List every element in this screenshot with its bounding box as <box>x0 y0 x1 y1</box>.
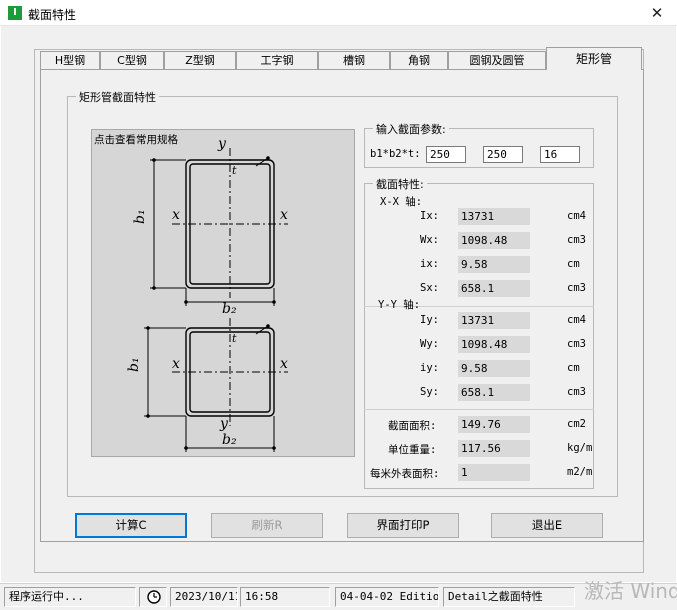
wy-label: Wy: <box>420 338 439 350</box>
label-b2-top: b₂ <box>222 301 237 317</box>
label-x-right: x <box>280 207 288 223</box>
area-unit: cm2 <box>567 418 586 430</box>
t-input[interactable]: 16 <box>540 146 580 163</box>
iy-radius-unit: cm <box>567 362 580 374</box>
section-diagram[interactable]: 点击查看常用规格 y x x t b₁ b₂ x x t y b₁ b₂ <box>91 129 355 457</box>
status-date: 2023/10/11 <box>170 587 238 607</box>
wx-label: Wx: <box>420 234 439 246</box>
props-groupbox-title: 截面特性: <box>373 176 427 192</box>
input-groupbox-title: 输入截面参数: <box>373 121 449 137</box>
ix-radius-value: 9.58 <box>458 256 530 273</box>
status-panel: Detail之截面特性 <box>443 587 575 607</box>
weight-unit: kg/m <box>567 442 593 454</box>
sy-unit: cm3 <box>567 386 586 398</box>
label-x-left-lower: x <box>172 356 180 372</box>
sx-label: Sx: <box>420 282 439 294</box>
tab-z-steel[interactable]: Z型钢 <box>164 51 236 69</box>
area-value: 149.76 <box>458 416 530 433</box>
print-button[interactable]: 界面打印P <box>347 513 459 538</box>
b1-input[interactable]: 250 <box>426 146 466 163</box>
iy-radius-value: 9.58 <box>458 360 530 377</box>
tab-rect-tube[interactable]: 矩形管 <box>546 47 642 70</box>
activation-watermark: 激活 Wind <box>584 579 677 603</box>
status-time: 16:58 <box>240 587 330 607</box>
other-separator <box>364 409 594 410</box>
status-state: 程序运行中... <box>4 587 136 607</box>
label-b2-lower: b₂ <box>222 432 237 448</box>
xx-axis-label: X-X 轴: <box>380 196 423 208</box>
surface-unit: m2/m <box>567 466 593 478</box>
tab-angle[interactable]: 角钢 <box>390 51 448 69</box>
status-bar: 程序运行中... 2023/10/11 16:58 04-04-02 Editi… <box>0 583 677 610</box>
weight-label: 单位重量: <box>388 444 437 456</box>
ix-radius-unit: cm <box>567 258 580 270</box>
exit-button[interactable]: 退出E <box>491 513 603 538</box>
status-edition: 04-04-02 Edition <box>335 587 439 607</box>
wx-unit: cm3 <box>567 234 586 246</box>
label-y-lower: y <box>219 416 229 432</box>
b2-input[interactable]: 250 <box>483 146 523 163</box>
refresh-button[interactable]: 刷新R <box>211 513 323 538</box>
wy-unit: cm3 <box>567 338 586 350</box>
label-t-lower: t <box>232 332 237 345</box>
iy-unit: cm4 <box>567 314 586 326</box>
weight-value: 117.56 <box>458 440 530 457</box>
ix-unit: cm4 <box>567 210 586 222</box>
tab-i-beam[interactable]: 工字钢 <box>236 51 318 69</box>
tab-c-steel[interactable]: C型钢 <box>100 51 164 69</box>
window-title: 截面特性 <box>28 8 77 22</box>
label-x-right-lower: x <box>280 356 288 372</box>
label-t-top: t <box>232 164 237 177</box>
yy-axis-label: Y-Y 轴: <box>378 299 421 311</box>
tab-strip: H型钢 C型钢 Z型钢 工字钢 槽钢 角钢 圆钢及圆管 矩形管 <box>40 47 644 70</box>
surface-value: 1 <box>458 464 530 481</box>
tab-h-steel[interactable]: H型钢 <box>40 51 100 69</box>
sx-value: 658.1 <box>458 280 530 297</box>
label-b1-top: b₁ <box>132 209 148 224</box>
wy-value: 1098.48 <box>458 336 530 353</box>
tab-round-tube[interactable]: 圆钢及圆管 <box>448 51 546 69</box>
input-label: b1*b2*t: <box>370 148 421 160</box>
section-groupbox-title: 矩形管截面特性 <box>76 89 159 105</box>
title-bar: I 截面特性 ✕ <box>0 0 677 26</box>
label-x-left: x <box>172 207 180 223</box>
iy-radius-label: iy: <box>420 362 439 374</box>
sy-label: Sy: <box>420 386 439 398</box>
wx-value: 1098.48 <box>458 232 530 249</box>
ix-value: 13731 <box>458 208 530 225</box>
calculate-button[interactable]: 计算C <box>75 513 187 538</box>
sy-value: 658.1 <box>458 384 530 401</box>
sx-unit: cm3 <box>567 282 586 294</box>
iy-label: Iy: <box>420 314 439 326</box>
ix-radius-label: ix: <box>420 258 439 270</box>
area-label: 截面面积: <box>388 420 437 432</box>
ix-label: Ix: <box>420 210 439 222</box>
tab-channel[interactable]: 槽钢 <box>318 51 390 69</box>
iy-value: 13731 <box>458 312 530 329</box>
close-icon[interactable]: ✕ <box>637 0 677 26</box>
label-b1-lower: b₁ <box>126 357 142 372</box>
label-y-top: y <box>217 136 227 152</box>
app-icon: I <box>8 6 22 20</box>
surface-label: 每米外表面积: <box>370 468 440 480</box>
diagram-drawing: y x x t b₁ b₂ x x t y b₁ b₂ <box>126 136 288 452</box>
clock-icon <box>139 587 167 607</box>
